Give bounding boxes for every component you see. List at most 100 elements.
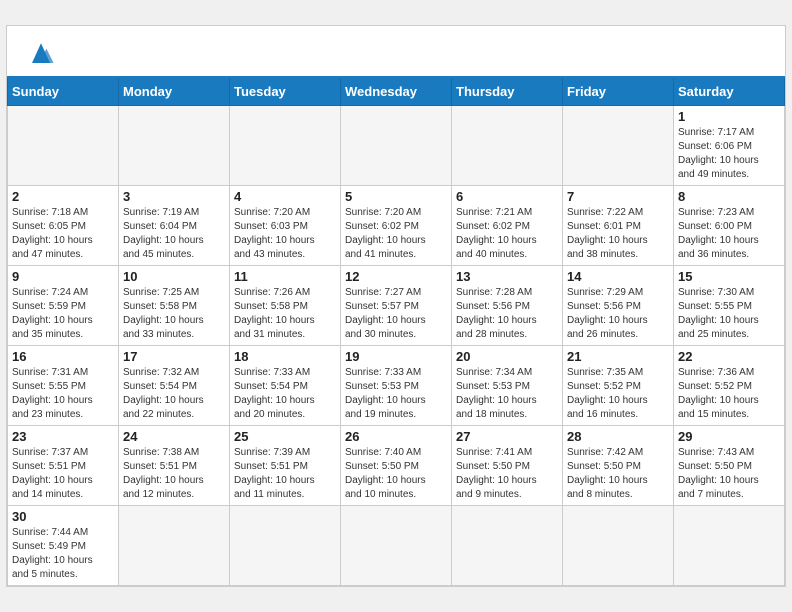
- calendar-cell: 30 Sunrise: 7:44 AM Sunset: 5:49 PM Dayli…: [8, 506, 119, 586]
- weekday-header-tuesday: Tuesday: [230, 77, 341, 106]
- calendar-cell: 20 Sunrise: 7:34 AM Sunset: 5:53 PM Dayli…: [452, 346, 563, 426]
- day-number: 9: [12, 269, 114, 284]
- weekday-header-friday: Friday: [563, 77, 674, 106]
- weekday-header-row: SundayMondayTuesdayWednesdayThursdayFrid…: [8, 77, 785, 106]
- calendar-cell: 21 Sunrise: 7:35 AM Sunset: 5:52 PM Dayli…: [563, 346, 674, 426]
- day-number: 4: [234, 189, 336, 204]
- calendar-cell: 26 Sunrise: 7:40 AM Sunset: 5:50 PM Dayli…: [341, 426, 452, 506]
- calendar-cell: [230, 106, 341, 186]
- day-info: Sunrise: 7:32 AM Sunset: 5:54 PM Dayligh…: [123, 366, 225, 422]
- day-number: 29: [678, 429, 780, 444]
- day-number: 30: [12, 509, 114, 524]
- calendar-cell: [563, 106, 674, 186]
- calendar-week-row: 9 Sunrise: 7:24 AM Sunset: 5:59 PM Daylig…: [8, 266, 785, 346]
- day-number: 13: [456, 269, 558, 284]
- calendar-cell: 3Sunrise: 7:19 AM Sunset: 6:04 PM Daylig…: [119, 186, 230, 266]
- calendar-cell: 23 Sunrise: 7:37 AM Sunset: 5:51 PM Dayli…: [8, 426, 119, 506]
- day-number: 24: [123, 429, 225, 444]
- calendar-cell: 4 Sunrise: 7:20 AM Sunset: 6:03 PM Daylig…: [230, 186, 341, 266]
- calendar-cell: [341, 106, 452, 186]
- calendar-cell: [119, 506, 230, 586]
- day-info: Sunrise: 7:31 AM Sunset: 5:55 PM Dayligh…: [12, 366, 114, 422]
- day-info: Sunrise: 7:27 AM Sunset: 5:57 PM Dayligh…: [345, 286, 447, 342]
- calendar-cell: 18 Sunrise: 7:33 AM Sunset: 5:54 PM Dayli…: [230, 346, 341, 426]
- weekday-header-thursday: Thursday: [452, 77, 563, 106]
- day-number: 27: [456, 429, 558, 444]
- day-number: 21: [567, 349, 669, 364]
- day-info: Sunrise: 7:17 AM Sunset: 6:06 PM Dayligh…: [678, 126, 780, 182]
- day-number: 22: [678, 349, 780, 364]
- calendar-cell: 1 Sunrise: 7:17 AM Sunset: 6:06 PM Daylig…: [674, 106, 785, 186]
- day-number: 18: [234, 349, 336, 364]
- day-number: 23: [12, 429, 114, 444]
- calendar-cell: 19 Sunrise: 7:33 AM Sunset: 5:53 PM Dayli…: [341, 346, 452, 426]
- day-info: Sunrise: 7:40 AM Sunset: 5:50 PM Dayligh…: [345, 446, 447, 502]
- day-info: Sunrise: 7:33 AM Sunset: 5:54 PM Dayligh…: [234, 366, 336, 422]
- day-info: Sunrise: 7:28 AM Sunset: 5:56 PM Dayligh…: [456, 286, 558, 342]
- calendar-week-row: 1 Sunrise: 7:17 AM Sunset: 6:06 PM Daylig…: [8, 106, 785, 186]
- day-info: Sunrise: 7:20 AM Sunset: 6:03 PM Dayligh…: [234, 206, 336, 262]
- day-number: 12: [345, 269, 447, 284]
- calendar-cell: 25 Sunrise: 7:39 AM Sunset: 5:51 PM Dayli…: [230, 426, 341, 506]
- day-info: Sunrise: 7:20 AM Sunset: 6:02 PM Dayligh…: [345, 206, 447, 262]
- calendar-cell: 15Sunrise: 7:30 AM Sunset: 5:55 PM Dayli…: [674, 266, 785, 346]
- weekday-header-monday: Monday: [119, 77, 230, 106]
- calendar-cell: 11Sunrise: 7:26 AM Sunset: 5:58 PM Dayli…: [230, 266, 341, 346]
- day-number: 1: [678, 109, 780, 124]
- calendar-header: [7, 26, 785, 76]
- calendar-cell: 29 Sunrise: 7:43 AM Sunset: 5:50 PM Dayli…: [674, 426, 785, 506]
- calendar-cell: 8 Sunrise: 7:23 AM Sunset: 6:00 PM Daylig…: [674, 186, 785, 266]
- calendar-week-row: 23 Sunrise: 7:37 AM Sunset: 5:51 PM Dayli…: [8, 426, 785, 506]
- day-info: Sunrise: 7:34 AM Sunset: 5:53 PM Dayligh…: [456, 366, 558, 422]
- logo-area: [23, 36, 63, 72]
- calendar-cell: 24 Sunrise: 7:38 AM Sunset: 5:51 PM Dayli…: [119, 426, 230, 506]
- calendar-cell: [8, 106, 119, 186]
- calendar-cell: 12 Sunrise: 7:27 AM Sunset: 5:57 PM Dayli…: [341, 266, 452, 346]
- day-number: 25: [234, 429, 336, 444]
- day-info: Sunrise: 7:29 AM Sunset: 5:56 PM Dayligh…: [567, 286, 669, 342]
- calendar-cell: [674, 506, 785, 586]
- day-info: Sunrise: 7:22 AM Sunset: 6:01 PM Dayligh…: [567, 206, 669, 262]
- day-number: 8: [678, 189, 780, 204]
- calendar-cell: 10Sunrise: 7:25 AM Sunset: 5:58 PM Dayli…: [119, 266, 230, 346]
- calendar-cell: 2Sunrise: 7:18 AM Sunset: 6:05 PM Daylig…: [8, 186, 119, 266]
- day-info: Sunrise: 7:43 AM Sunset: 5:50 PM Dayligh…: [678, 446, 780, 502]
- day-info: Sunrise: 7:42 AM Sunset: 5:50 PM Dayligh…: [567, 446, 669, 502]
- calendar-table: SundayMondayTuesdayWednesdayThursdayFrid…: [7, 76, 785, 586]
- day-info: Sunrise: 7:23 AM Sunset: 6:00 PM Dayligh…: [678, 206, 780, 262]
- calendar-cell: 17 Sunrise: 7:32 AM Sunset: 5:54 PM Dayli…: [119, 346, 230, 426]
- day-info: Sunrise: 7:35 AM Sunset: 5:52 PM Dayligh…: [567, 366, 669, 422]
- calendar-cell: 5Sunrise: 7:20 AM Sunset: 6:02 PM Daylig…: [341, 186, 452, 266]
- day-info: Sunrise: 7:41 AM Sunset: 5:50 PM Dayligh…: [456, 446, 558, 502]
- weekday-header-wednesday: Wednesday: [341, 77, 452, 106]
- day-info: Sunrise: 7:21 AM Sunset: 6:02 PM Dayligh…: [456, 206, 558, 262]
- calendar-cell: [452, 506, 563, 586]
- calendar-cell: [230, 506, 341, 586]
- day-info: Sunrise: 7:39 AM Sunset: 5:51 PM Dayligh…: [234, 446, 336, 502]
- day-number: 19: [345, 349, 447, 364]
- calendar-container: SundayMondayTuesdayWednesdayThursdayFrid…: [6, 25, 786, 587]
- day-number: 3: [123, 189, 225, 204]
- generalblue-logo-icon: [23, 36, 59, 72]
- calendar-cell: [563, 506, 674, 586]
- day-info: Sunrise: 7:44 AM Sunset: 5:49 PM Dayligh…: [12, 526, 114, 582]
- calendar-cell: 16Sunrise: 7:31 AM Sunset: 5:55 PM Dayli…: [8, 346, 119, 426]
- calendar-cell: 14Sunrise: 7:29 AM Sunset: 5:56 PM Dayli…: [563, 266, 674, 346]
- calendar-cell: 27 Sunrise: 7:41 AM Sunset: 5:50 PM Dayli…: [452, 426, 563, 506]
- calendar-week-row: 16Sunrise: 7:31 AM Sunset: 5:55 PM Dayli…: [8, 346, 785, 426]
- day-info: Sunrise: 7:33 AM Sunset: 5:53 PM Dayligh…: [345, 366, 447, 422]
- day-number: 2: [12, 189, 114, 204]
- day-number: 28: [567, 429, 669, 444]
- day-number: 15: [678, 269, 780, 284]
- day-info: Sunrise: 7:24 AM Sunset: 5:59 PM Dayligh…: [12, 286, 114, 342]
- day-info: Sunrise: 7:37 AM Sunset: 5:51 PM Dayligh…: [12, 446, 114, 502]
- day-number: 17: [123, 349, 225, 364]
- day-info: Sunrise: 7:38 AM Sunset: 5:51 PM Dayligh…: [123, 446, 225, 502]
- day-number: 20: [456, 349, 558, 364]
- calendar-cell: 7Sunrise: 7:22 AM Sunset: 6:01 PM Daylig…: [563, 186, 674, 266]
- weekday-header-sunday: Sunday: [8, 77, 119, 106]
- day-number: 6: [456, 189, 558, 204]
- calendar-week-row: 2Sunrise: 7:18 AM Sunset: 6:05 PM Daylig…: [8, 186, 785, 266]
- calendar-cell: 28 Sunrise: 7:42 AM Sunset: 5:50 PM Dayli…: [563, 426, 674, 506]
- day-number: 26: [345, 429, 447, 444]
